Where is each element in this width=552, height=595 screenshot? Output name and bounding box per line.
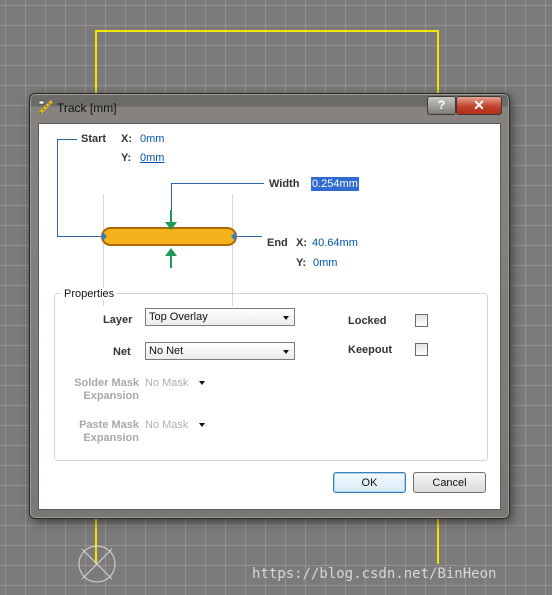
- canvas-track-right-lower: [437, 516, 439, 564]
- paste-mask-label-line1: Paste Mask: [79, 419, 139, 431]
- width-arrow-bottom-icon: [165, 248, 177, 268]
- end-y-value[interactable]: 0mm: [313, 257, 337, 269]
- keepout-label: Keepout: [348, 344, 392, 356]
- help-button[interactable]: ?: [427, 96, 456, 115]
- track-dialog: Track [mm] ? ✕ Start X: 0mm Y: 0mm Width…: [29, 93, 510, 519]
- layer-select-value: Top Overlay: [149, 311, 208, 323]
- close-button[interactable]: ✕: [456, 96, 502, 115]
- start-y-value[interactable]: 0mm: [140, 152, 164, 164]
- canvas-track-right-upper: [437, 30, 439, 96]
- dialog-title: Track [mm]: [57, 101, 117, 115]
- end-label: End: [267, 237, 288, 249]
- watermark-text: https://blog.csdn.net/BinHeon: [252, 566, 497, 582]
- paste-mask-value: No Mask: [145, 419, 189, 431]
- dialog-client-area: Start X: 0mm Y: 0mm Width 0.254mm End X:…: [38, 123, 501, 510]
- canvas-track-top: [95, 30, 439, 32]
- end-x-label: X:: [296, 237, 307, 249]
- properties-title: Properties: [61, 288, 118, 300]
- paste-mask-dropdown-icon: [199, 423, 205, 427]
- start-leader-vertical: [57, 139, 58, 237]
- solder-mask-dropdown-icon: [199, 381, 205, 385]
- start-leader-top: [57, 139, 77, 140]
- net-select-value: No Net: [149, 345, 184, 357]
- keepout-checkbox[interactable]: [415, 343, 428, 356]
- layer-select[interactable]: Top Overlay: [145, 308, 295, 326]
- width-leader-horizontal: [171, 183, 264, 184]
- start-leader-bottom: [57, 236, 105, 237]
- solder-mask-label-line1: Solder Mask: [74, 377, 139, 389]
- start-x-value[interactable]: 0mm: [140, 133, 164, 145]
- layer-label: Layer: [103, 314, 133, 326]
- start-x-label: X:: [121, 133, 132, 145]
- net-label: Net: [113, 346, 131, 358]
- width-label: Width: [269, 178, 300, 190]
- solder-mask-label-line2: Expansion: [83, 390, 139, 402]
- cancel-button[interactable]: Cancel: [413, 472, 486, 493]
- locked-label: Locked: [348, 315, 387, 327]
- canvas-track-left-upper: [95, 30, 97, 96]
- width-value[interactable]: 0.254mm: [311, 177, 359, 191]
- ok-button[interactable]: OK: [333, 472, 406, 493]
- locked-checkbox[interactable]: [415, 314, 428, 327]
- origin-marker-icon: [78, 545, 116, 583]
- width-arrow-top-icon: [165, 210, 177, 230]
- paste-mask-label-line2: Expansion: [83, 432, 139, 444]
- solder-mask-value: No Mask: [145, 377, 189, 389]
- net-select[interactable]: No Net: [145, 342, 295, 360]
- track-tool-icon: [38, 99, 54, 115]
- chevron-down-icon: [283, 316, 289, 320]
- start-label: Start: [81, 133, 107, 145]
- start-y-label: Y:: [121, 152, 132, 164]
- end-x-value[interactable]: 40.64mm: [312, 237, 358, 249]
- title-bar[interactable]: Track [mm] ? ✕: [30, 94, 509, 122]
- chevron-down-icon: [283, 350, 289, 354]
- end-y-label: Y:: [296, 257, 307, 269]
